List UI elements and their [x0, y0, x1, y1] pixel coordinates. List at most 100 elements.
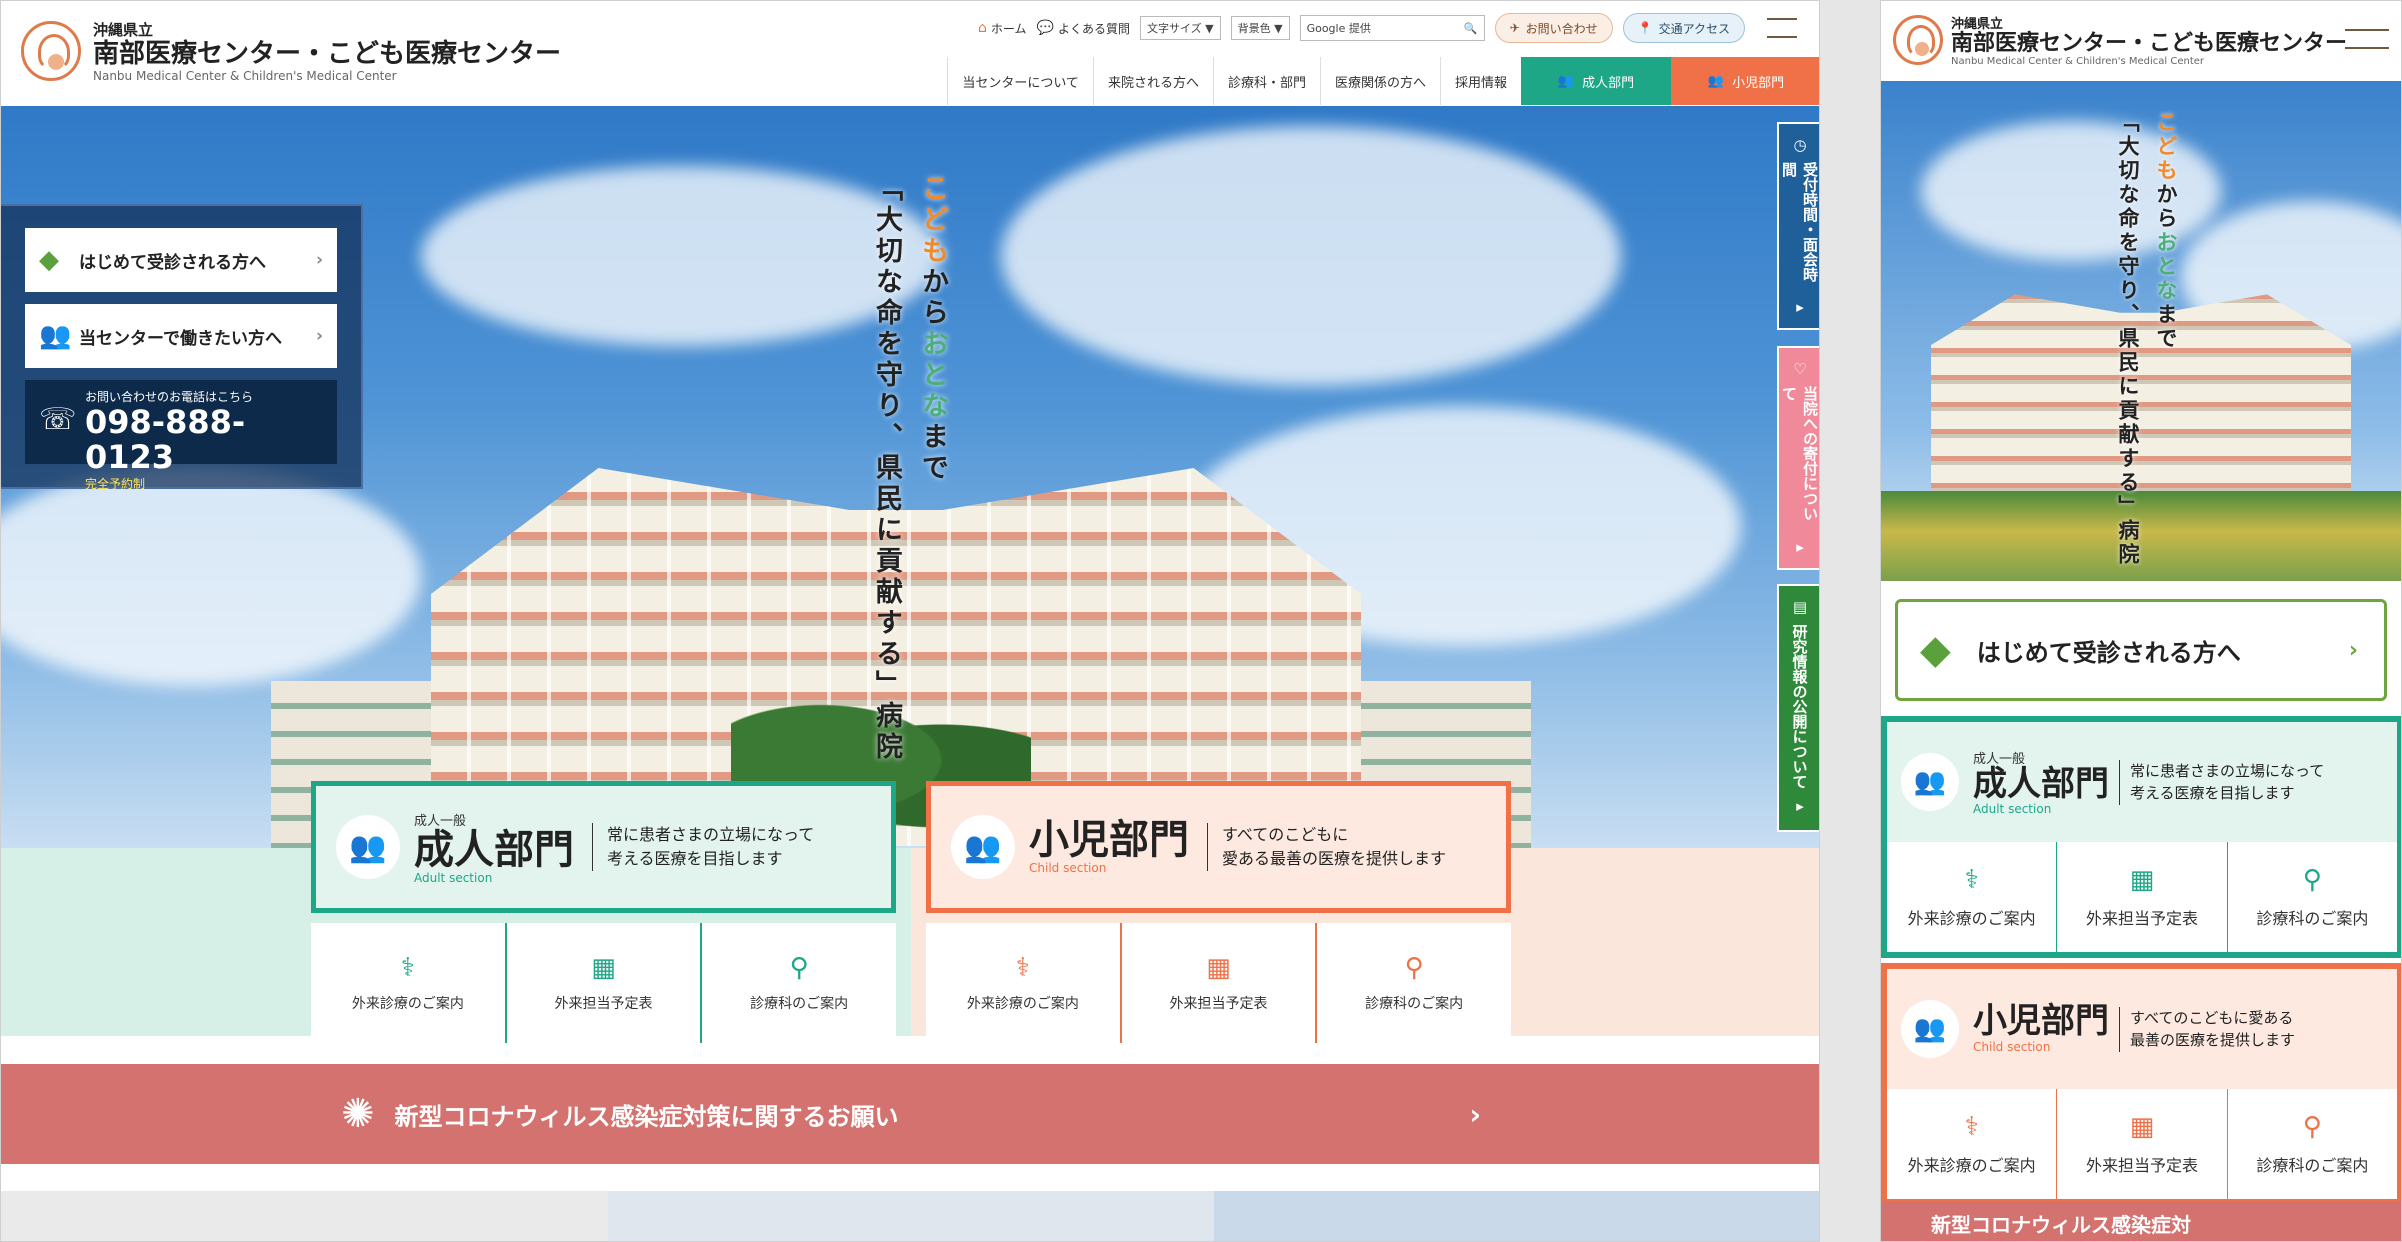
- stethoscope-icon: ⚲: [2302, 865, 2322, 895]
- adult-section-header[interactable]: 👥 成人一般 成人部門 Adult section 常に患者さまの立場になって …: [1887, 722, 2397, 842]
- stethoscope-icon: ⚲: [789, 953, 809, 983]
- hero-copy-line2: 「大切な命を守り、県民に貢献する」病院: [871, 174, 902, 763]
- font-size-select[interactable]: 文字サイズ ▼: [1139, 16, 1221, 40]
- chat-bubble-icon: 💬: [1036, 20, 1054, 36]
- beginner-leaf-icon: ◆: [1920, 627, 1951, 673]
- heart-hand-icon: ♡: [1791, 360, 1809, 378]
- map-pin-icon: 📍: [1637, 21, 1653, 35]
- child-section: 👥 小児部門 Child section すべてのこどもに愛ある 最善の医療を提…: [1881, 963, 2401, 1205]
- adult-departments-link[interactable]: ⚲ 診療科のご案内: [702, 923, 896, 1043]
- child-departments-link[interactable]: ⚲ 診療科のご案内: [1317, 923, 1511, 1043]
- mobile-view: 沖縄県立 南部医療センター・こども医療センター Nanbu Medical Ce…: [1880, 0, 2402, 1242]
- child-people-icon: 👥: [1901, 1000, 1959, 1058]
- adult-schedule-link[interactable]: ▦ 外来担当予定表: [2057, 842, 2228, 952]
- side-tab-hours[interactable]: ◷ 受付時間・面会時間 ▸: [1777, 122, 1819, 330]
- work-here-button[interactable]: 👥 当センターで働きたい方へ ›: [25, 304, 337, 368]
- beginner-leaf-icon: ◆: [39, 245, 59, 275]
- side-tab-donation[interactable]: ♡ 当院への寄付について ▸: [1777, 346, 1819, 570]
- child-people-icon: 👥: [951, 815, 1015, 879]
- adult-people-icon: 👥: [1557, 73, 1575, 89]
- doctor-stethoscope-icon: ⚕: [400, 953, 415, 983]
- utility-bar: ⌂ ホーム 💬 よくある質問 文字サイズ ▼ 背景色 ▼ Google 提供 🔍…: [978, 13, 1797, 43]
- chevron-right-icon: ›: [315, 250, 323, 270]
- menu-hamburger-icon[interactable]: [2345, 29, 2389, 49]
- chevron-right-icon: ›: [1469, 1097, 1481, 1131]
- paper-plane-icon: ✈: [1509, 21, 1520, 35]
- nav-recruit[interactable]: 採用情報: [1439, 57, 1521, 105]
- child-section-header[interactable]: 👥 小児部門 Child section すべてのこどもに愛ある 最善の医療を提…: [1887, 969, 2397, 1089]
- child-schedule-link[interactable]: ▦ 外来担当予定表: [1122, 923, 1318, 1043]
- hero-copy-line1: こどもからおとなまで: [2154, 111, 2179, 351]
- phone-number[interactable]: 098-888-0123: [85, 404, 325, 475]
- adult-section-title: 成人部門: [414, 826, 574, 873]
- adult-departments-link[interactable]: ⚲ 診療科のご案内: [2228, 842, 2397, 952]
- child-outpatient-link[interactable]: ⚕ 外来診療のご案内: [926, 923, 1122, 1043]
- virus-icon: ✺: [341, 1091, 375, 1137]
- child-section: 👥 小児部門 Child section すべてのこどもに 愛ある最善の医療を提…: [926, 781, 1511, 1043]
- site-logo[interactable]: 沖縄県立 南部医療センター・こども医療センター Nanbu Medical Ce…: [21, 19, 561, 83]
- phone-icon: ☏: [39, 402, 77, 437]
- triangle-right-icon: ▸: [1791, 298, 1809, 316]
- child-outpatient-link[interactable]: ⚕ 外来診療のご案内: [1887, 1089, 2058, 1199]
- adult-section: 👥 成人一般 成人部門 Adult section 常に患者さまの立場になって …: [1881, 716, 2401, 958]
- parent-child-icon: ⚕: [1015, 953, 1030, 983]
- search-input[interactable]: Google 提供 🔍: [1299, 15, 1485, 41]
- adult-outpatient-link[interactable]: ⚕ 外来診療のご案内: [1887, 842, 2058, 952]
- hero-image: こどもからおとなまで 「大切な命を守り、県民に貢献する」病院 ◆ はじめて受診さ…: [1, 106, 1819, 848]
- calendar-icon: ▦: [1206, 953, 1231, 983]
- logo-name-en: Nanbu Medical Center & Children's Medica…: [93, 68, 397, 83]
- site-logo[interactable]: 沖縄県立 南部医療センター・こども医療センター Nanbu Medical Ce…: [1893, 13, 2347, 67]
- adult-section-header[interactable]: 👥 成人一般 成人部門 Adult section 常に患者さまの立場になって …: [311, 781, 896, 913]
- staff-people-icon: 👥: [39, 321, 72, 351]
- covid-notice-banner[interactable]: 新型コロナウィルス感染症対: [1881, 1201, 2401, 1241]
- home-icon: ⌂: [977, 20, 987, 36]
- calendar-icon: ▦: [2129, 1112, 2155, 1142]
- logo-name: 南部医療センター・こども医療センター: [93, 39, 562, 69]
- covid-notice-banner[interactable]: ✺ 新型コロナウィルス感染症対策に関するお願い ›: [1, 1064, 1819, 1164]
- adult-people-icon: 👥: [336, 815, 400, 879]
- nav-medical-staff[interactable]: 医療関係の方へ: [1319, 57, 1440, 105]
- logo-mark-icon: [21, 20, 81, 81]
- clock-icon: ◷: [1791, 136, 1809, 154]
- home-link[interactable]: ⌂ ホーム: [978, 20, 1027, 37]
- hero-copy-line1: こどもからおとなまで: [917, 174, 948, 484]
- stethoscope-icon: ⚲: [1404, 953, 1424, 983]
- adult-people-icon: 👥: [1901, 753, 1959, 811]
- search-icon[interactable]: 🔍: [1464, 22, 1478, 35]
- bg-color-select[interactable]: 背景色 ▼: [1230, 16, 1290, 40]
- first-visit-button[interactable]: ◆ はじめて受診される方へ ›: [25, 228, 337, 292]
- adult-section-desc: 常に患者さまの立場になって 考える医療を目指します: [592, 823, 814, 871]
- child-schedule-link[interactable]: ▦ 外来担当予定表: [2057, 1089, 2228, 1199]
- feature-images: [1, 1191, 1819, 1241]
- document-icon: ▤: [1791, 598, 1809, 616]
- phone-box[interactable]: ☏ お問い合わせのお電話はこちら 098-888-0123 完全予約制: [25, 380, 337, 491]
- nav-about[interactable]: 当センターについて: [947, 57, 1093, 105]
- nav-visitors[interactable]: 来院される方へ: [1092, 57, 1213, 105]
- nav-departments[interactable]: 診療科・部門: [1212, 57, 1320, 105]
- menu-hamburger-icon[interactable]: [1767, 18, 1797, 38]
- access-button[interactable]: 📍 交通アクセス: [1622, 13, 1745, 43]
- desktop-view: 沖縄県立 南部医療センター・こども医療センター Nanbu Medical Ce…: [0, 0, 1820, 1242]
- chevron-right-icon: ›: [315, 326, 323, 346]
- faq-link[interactable]: 💬 よくある質問: [1037, 20, 1130, 37]
- logo-mark-icon: [1893, 15, 1943, 66]
- hero-copy-line2: 「大切な命を守り、県民に貢献する」病院: [2116, 111, 2141, 567]
- contact-button[interactable]: ✈ お問い合わせ: [1494, 13, 1613, 43]
- calendar-icon: ▦: [2129, 865, 2155, 895]
- child-section-header[interactable]: 👥 小児部門 Child section すべてのこどもに 愛ある最善の医療を提…: [926, 781, 1511, 913]
- nav-child[interactable]: 👥 小児部門: [1671, 57, 1819, 105]
- stethoscope-icon: ⚲: [2302, 1112, 2322, 1142]
- child-section-title: 小児部門: [1029, 817, 1189, 863]
- quick-links-panel: ◆ はじめて受診される方へ › 👥 当センターで働きたい方へ › ☏ お問い合わ…: [1, 204, 363, 491]
- mobile-hero-image: こどもからおとなまで 「大切な命を守り、県民に貢献する」病院: [1881, 81, 2401, 581]
- child-section-desc: すべてのこどもに 愛ある最善の医療を提供します: [1207, 823, 1446, 871]
- first-visit-button[interactable]: ◆ はじめて受診される方へ ›: [1895, 599, 2387, 701]
- triangle-right-icon: ▸: [1791, 538, 1809, 556]
- triangle-right-icon: ▸: [1791, 797, 1809, 815]
- adult-schedule-link[interactable]: ▦ 外来担当予定表: [507, 923, 703, 1043]
- nav-adult[interactable]: 👥 成人部門: [1521, 57, 1671, 105]
- child-departments-link[interactable]: ⚲ 診療科のご案内: [2228, 1089, 2397, 1199]
- doctor-stethoscope-icon: ⚕: [1964, 865, 1979, 895]
- adult-outpatient-link[interactable]: ⚕ 外来診療のご案内: [311, 923, 507, 1043]
- side-tab-research[interactable]: ▤ 研究情報の公開について ▸: [1777, 584, 1819, 832]
